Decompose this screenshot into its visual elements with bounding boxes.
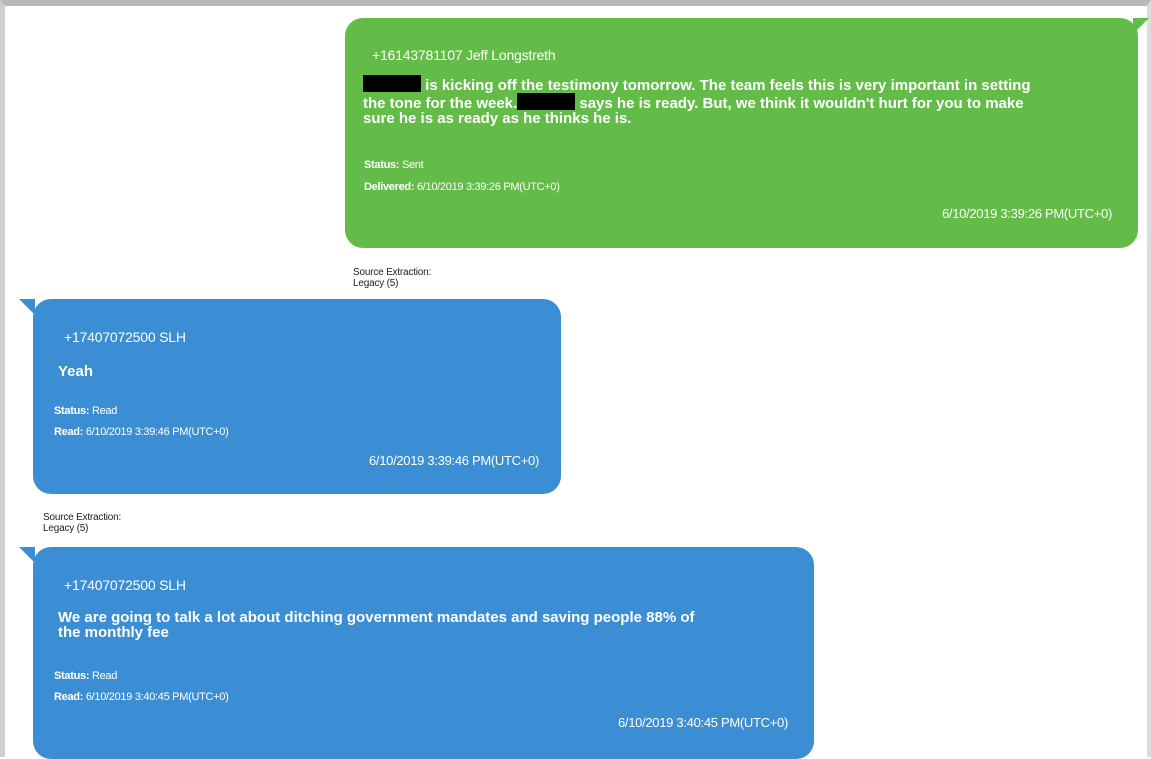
- bubble-tail: [1133, 18, 1149, 34]
- source-extraction: Source Extraction: Legacy (5): [43, 512, 121, 534]
- read-value: 6/10/2019 3:40:45 PM(UTC+0): [85, 691, 229, 703]
- source-value: Legacy (5): [43, 523, 89, 534]
- message-line-text: We are going to talk a lot about ditchin…: [58, 609, 695, 626]
- message-line-text: the monthly fee: [58, 624, 169, 641]
- message-sender: +16143781107 Jeff Longstreth: [372, 47, 556, 63]
- message-timestamp: 6/10/2019 3:39:46 PM(UTC+0): [368, 453, 539, 468]
- message-status: Status: Sent: [364, 159, 424, 171]
- message-text-line: sure he is as ready as he thinks he is.: [363, 111, 1123, 126]
- redaction-block: [517, 93, 576, 110]
- message-text: Yeah: [58, 364, 93, 379]
- delivered-label: Delivered:: [364, 181, 415, 193]
- message-delivered: Delivered: 6/10/2019 3:39:26 PM(UTC+0): [364, 181, 560, 193]
- source-label: Source Extraction:: [353, 267, 432, 278]
- message-line-text: sure he is as ready as he thinks he is.: [363, 110, 632, 127]
- message-read: Read: 6/10/2019 3:40:45 PM(UTC+0): [54, 691, 229, 703]
- status-label: Status:: [54, 670, 90, 682]
- message-bubble-incoming: +17407072500 SLH Yeah Status: Read Read:…: [33, 299, 561, 494]
- message-text: We are going to talk a lot about ditchin…: [58, 610, 798, 640]
- document-page: +16143781107 Jeff Longstreth is kicking …: [0, 0, 1151, 759]
- source-value: Legacy (5): [353, 278, 399, 289]
- status-value: Read: [91, 670, 118, 682]
- message-read: Read: 6/10/2019 3:39:46 PM(UTC+0): [54, 426, 229, 438]
- delivered-value: 6/10/2019 3:39:26 PM(UTC+0): [416, 181, 560, 193]
- bubble-tail: [19, 299, 35, 315]
- status-value: Read: [91, 405, 118, 417]
- status-value: Sent: [401, 159, 424, 171]
- status-label: Status:: [364, 159, 400, 171]
- message-timestamp: 6/10/2019 3:39:26 PM(UTC+0): [941, 206, 1112, 221]
- message-bubble-incoming: +17407072500 SLH We are going to talk a …: [33, 547, 814, 759]
- message-status: Status: Read: [54, 670, 117, 682]
- message-line-text: is kicking off the testimony tomorrow. T…: [425, 77, 1031, 94]
- source-extraction: Source Extraction: Legacy (5): [353, 267, 431, 289]
- message-text-line: is kicking off the testimony tomorrow. T…: [363, 75, 1123, 93]
- message-text: is kicking off the testimony tomorrow. T…: [363, 75, 1123, 126]
- message-sender: +17407072500 SLH: [64, 329, 186, 345]
- message-bubble-outgoing: +16143781107 Jeff Longstreth is kicking …: [345, 18, 1138, 248]
- read-value: 6/10/2019 3:39:46 PM(UTC+0): [85, 426, 229, 438]
- message-status: Status: Read: [54, 405, 117, 417]
- message-line-text: says he is ready. But, we think it would…: [579, 95, 1024, 112]
- read-label: Read:: [54, 426, 84, 438]
- message-text-line: the tone for the week. says he is ready.…: [363, 93, 1123, 111]
- source-label: Source Extraction:: [43, 512, 122, 523]
- message-line-text: Yeah: [58, 363, 94, 380]
- bubble-tail: [19, 547, 35, 563]
- message-sender: +17407072500 SLH: [64, 577, 186, 593]
- status-label: Status:: [54, 405, 90, 417]
- message-timestamp: 6/10/2019 3:40:45 PM(UTC+0): [617, 715, 788, 730]
- redaction-block: [363, 75, 421, 92]
- read-label: Read:: [54, 691, 84, 703]
